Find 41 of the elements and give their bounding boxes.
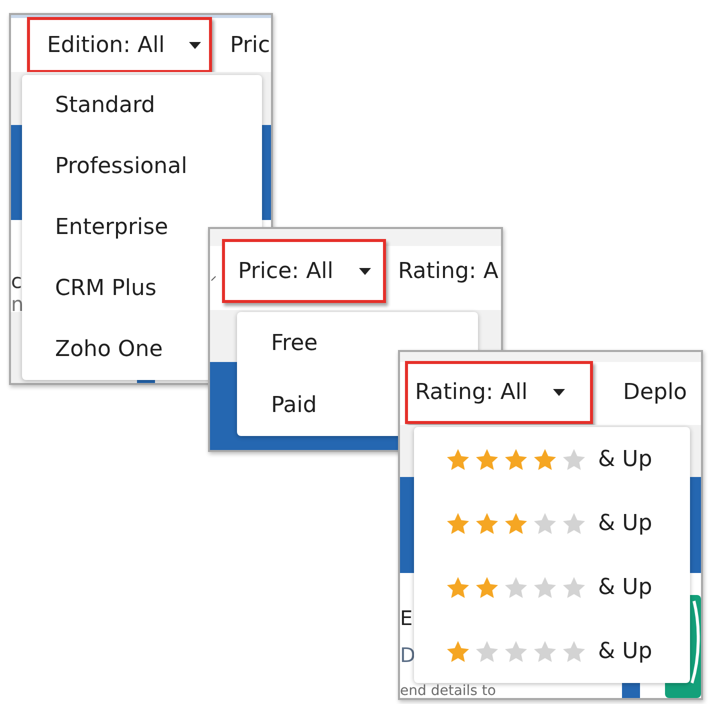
star-icon: [505, 640, 527, 662]
star-icon: [447, 512, 469, 534]
page-text: c: [11, 270, 22, 293]
star-icon: [447, 640, 469, 662]
menu-item[interactable]: & Up: [414, 555, 690, 619]
star-icon: [563, 576, 585, 598]
star-icon: [476, 576, 498, 598]
star-icon: [534, 448, 556, 470]
star-icon: [447, 448, 469, 470]
star-icon: [534, 576, 556, 598]
caret-icon: [189, 42, 201, 48]
menu-item[interactable]: Standard: [22, 75, 262, 136]
filter-dropdown[interactable]: Edition: All: [27, 17, 212, 73]
star-icon: [505, 512, 527, 534]
caret-icon: [359, 268, 371, 274]
page-text: D: [400, 644, 416, 666]
star-icon: [505, 448, 527, 470]
menu-item[interactable]: & Up: [414, 427, 690, 491]
star-icon: [534, 512, 556, 534]
menu-item[interactable]: & Up: [414, 619, 690, 683]
filter-dropdown[interactable]: Rating: A: [398, 239, 498, 303]
filter-dropdown[interactable]: Pric: [230, 17, 270, 73]
filter-dropdown[interactable]: Deplo: [623, 361, 688, 424]
star-icon: [476, 512, 498, 534]
menu-item[interactable]: & Up: [414, 491, 690, 555]
chevron-icon: [211, 276, 216, 281]
filter-dropdown[interactable]: Price: All: [222, 239, 386, 303]
star-icon: [563, 448, 585, 470]
star-icon: [563, 640, 585, 662]
page-text: n: [11, 293, 24, 316]
page-text: end details to: [400, 684, 496, 698]
page-text: E: [400, 607, 413, 629]
star-icon: [476, 640, 498, 662]
star-icon: [476, 448, 498, 470]
menu-item[interactable]: Professional: [22, 136, 262, 197]
star-icon: [563, 512, 585, 534]
filter-dropdown[interactable]: Rating: All: [405, 361, 593, 424]
star-icon: [534, 640, 556, 662]
star-icon: [447, 576, 469, 598]
caret-icon: [553, 389, 565, 396]
star-icon: [505, 576, 527, 598]
